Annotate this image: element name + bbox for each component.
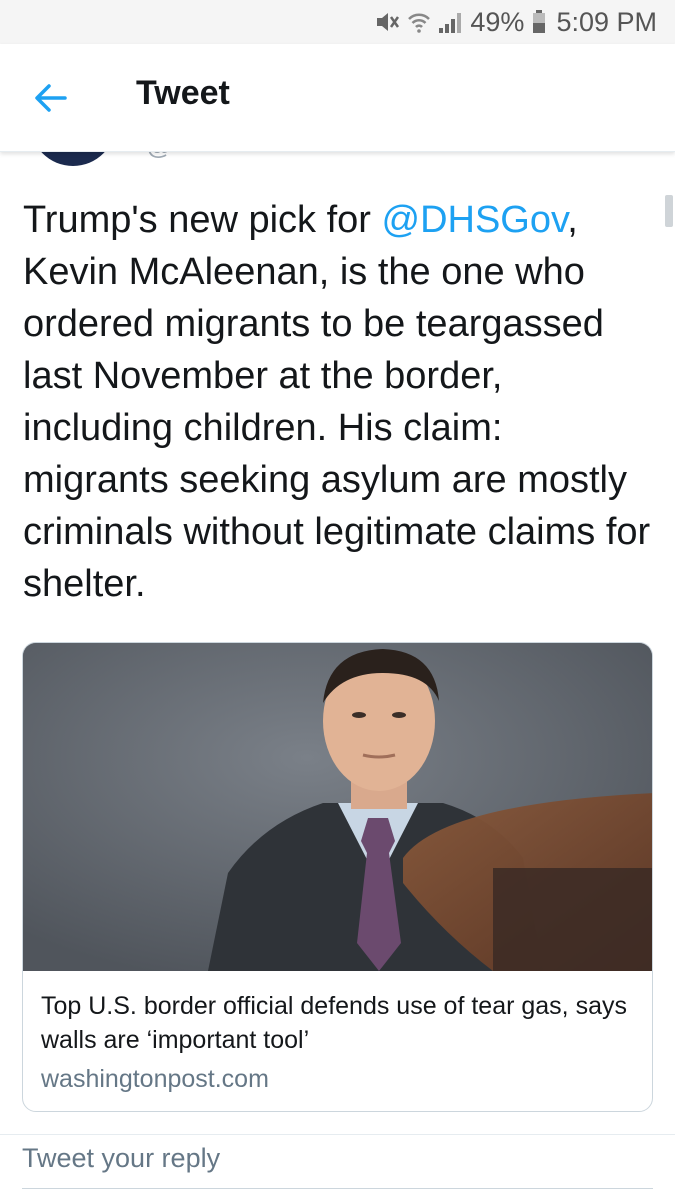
reply-input-underline xyxy=(22,1188,653,1189)
link-card[interactable]: Top U.S. border official defends use of … xyxy=(22,642,653,1112)
link-card-title[interactable]: Top U.S. border official defends use of … xyxy=(41,989,634,1057)
link-card-domain: washingtonpost.com xyxy=(41,1065,269,1093)
mute-icon xyxy=(374,10,400,34)
back-arrow-icon xyxy=(35,84,67,112)
mention-link[interactable]: @DHSGov xyxy=(382,199,568,241)
scrollbar[interactable] xyxy=(665,195,673,227)
status-time: 5:09 PM xyxy=(556,6,657,37)
signal-icon xyxy=(438,10,464,34)
battery-percentage: 49% xyxy=(470,6,525,37)
battery-icon xyxy=(532,10,546,34)
tweet-text-part: Trump's new pick for xyxy=(23,199,382,241)
link-card-image[interactable] xyxy=(23,643,652,971)
wifi-icon xyxy=(408,10,431,34)
tweet-text-part: , Kevin McAleenan, is the one who ordere… xyxy=(23,199,651,605)
app-header: Tweet xyxy=(0,44,675,152)
link-card-text: Top U.S. border official defends use of … xyxy=(23,971,652,1097)
reply-input[interactable]: Tweet your reply xyxy=(22,1138,653,1186)
status-bar: 49% 5:09 PM xyxy=(0,0,675,44)
page-title: Tweet xyxy=(136,74,230,112)
divider xyxy=(0,1134,675,1135)
back-button[interactable] xyxy=(30,78,70,118)
tweet-text: Trump's new pick for @DHSGov, Kevin McAl… xyxy=(23,194,653,610)
person-photo xyxy=(23,643,652,971)
